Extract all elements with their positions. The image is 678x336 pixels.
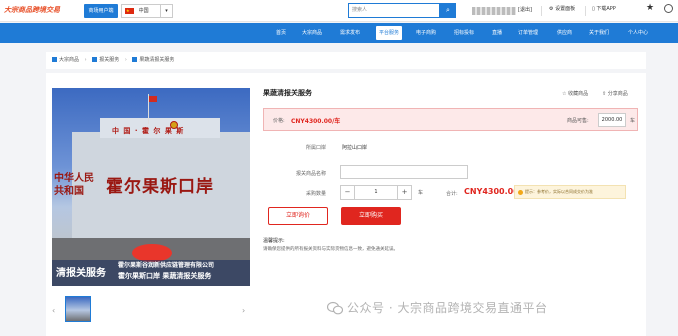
share-button[interactable]: ⇪ 分享商品 <box>602 90 628 97</box>
search-icon: ⌕ <box>446 6 450 14</box>
country-select[interactable]: 中国 ▾ <box>121 4 173 18</box>
download-app-link[interactable]: ▯ 下载APP <box>592 5 616 12</box>
download-label: 下载APP <box>596 6 616 12</box>
price-label: 价格: <box>273 118 285 124</box>
search-button[interactable]: ⌕ <box>440 3 456 18</box>
nav-item-about[interactable]: 关于我们 <box>589 23 609 43</box>
breadcrumb-item[interactable]: 报关服务 <box>99 57 119 63</box>
quantity-unit: 车 <box>418 190 424 196</box>
shop-user-button[interactable]: 商场用户端 <box>84 4 118 18</box>
declare-name-label: 报关商品名称 <box>295 171 326 177</box>
share-label: 分享商品 <box>607 91 628 97</box>
nav-item-e-purchase[interactable]: 电子商购 <box>416 23 436 43</box>
nav-item-demand[interactable]: 需求发布 <box>340 23 360 43</box>
nav-item-commodities[interactable]: 大宗商品 <box>302 23 322 43</box>
quantity-decrement-button[interactable]: − <box>341 186 355 199</box>
price-box: 价格: CNY4300.00/车 商品可售: 2000.00 车 <box>263 108 638 131</box>
user-icon[interactable] <box>664 4 673 13</box>
price-value: CNY4300.00/车 <box>291 118 341 125</box>
quantity-stepper: − 1 + <box>340 185 412 200</box>
breadcrumb-item[interactable]: 大宗商品 <box>59 57 79 63</box>
settings-link[interactable]: ⚙ 设置面板 <box>549 5 575 12</box>
thumbnail-prev-icon[interactable]: ‹ <box>52 306 55 315</box>
settings-label: 设置面板 <box>555 6 576 12</box>
overlay-subtitle: 霍尔果斯口岸 果蔬清报关服务 <box>118 272 212 280</box>
divider <box>541 6 542 16</box>
available-label: 商品可售: <box>567 118 589 124</box>
total-label: 合计: <box>446 191 458 197</box>
logout-link[interactable]: [退出] <box>518 6 532 13</box>
note-body: 请确保您提供的所有报关资料与实际货物信息一致，避免通关延误。 <box>263 247 398 252</box>
site-logo[interactable]: 大宗商品跨境交易 <box>4 2 60 15</box>
available-value: 2000.00 <box>598 113 626 127</box>
main-nav: 首页 大宗商品 需求发布 平台服务 电子商购 招标投标 直播 订单管理 供应商 … <box>0 23 678 43</box>
china-flag-icon <box>125 5 134 17</box>
divider <box>585 6 586 16</box>
tip-text: 提示：参考价，实际以合同成交价为准 <box>525 189 593 194</box>
quantity-input[interactable]: 1 <box>355 186 397 199</box>
breadcrumb-icon <box>132 57 138 62</box>
nav-item-bidding[interactable]: 招标投标 <box>454 23 474 43</box>
chevron-down-icon: ▾ <box>160 5 172 17</box>
breadcrumb: 大宗商品 › 报关服务 › 果蔬清报关服务 <box>46 52 646 69</box>
search-input[interactable]: 搜索人 <box>348 3 440 18</box>
red-flag-icon <box>149 96 157 102</box>
overlay-company: 霍尔果斯谷润新供应链管理有限公司 <box>118 262 215 269</box>
inquiry-button[interactable]: 立即询价 <box>268 207 328 225</box>
sign-prc: 中华人民共和国 <box>54 173 94 197</box>
nav-item-home[interactable]: 首页 <box>276 23 286 43</box>
price-tip: 提示：参考价，实际以合同成交价为准 <box>514 185 626 199</box>
breadcrumb-home-icon <box>52 57 57 62</box>
available-unit: 车 <box>630 118 636 124</box>
quantity-increment-button[interactable]: + <box>397 186 411 199</box>
quantity-label: 采购数量 <box>305 191 326 197</box>
thumbnail-image[interactable] <box>65 296 91 322</box>
total-value: CNY4300.00 <box>464 187 519 196</box>
nav-item-live[interactable]: 直播 <box>492 23 502 43</box>
sign-port: 霍尔果斯口岸 <box>106 177 214 197</box>
product-image[interactable]: 中 国 · 霍 尔 果 斯 中华人民共和国 霍尔果斯口岸 清报关服务 霍尔果斯谷… <box>52 88 250 286</box>
thumbnail-next-icon[interactable]: › <box>242 306 245 315</box>
breadcrumb-separator: › <box>84 57 87 63</box>
favorite-label: 收藏商品 <box>568 91 589 97</box>
declare-name-input[interactable] <box>340 165 468 179</box>
country-label: 中国 <box>138 8 149 14</box>
top-bar: 大宗商品跨境交易 商场用户端 中国 ▾ 搜索人 ⌕ [退出] ⚙ 设置面板 ▯ … <box>0 0 678 22</box>
buy-now-button[interactable]: 立即购买 <box>341 207 401 225</box>
watermark-text: 公众号 · 大宗商品跨境交易直通平台 <box>347 301 548 315</box>
port-label: 所属口岸 <box>305 145 326 151</box>
nav-item-orders[interactable]: 订单管理 <box>518 23 538 43</box>
username-redacted <box>472 7 516 15</box>
nav-item-profile[interactable]: 个人中心 <box>628 23 648 43</box>
overlay-title: 清报关服务 <box>56 268 106 279</box>
port-value: 阿拉山口岸 <box>342 145 368 151</box>
favorite-button[interactable]: ☆ 收藏商品 <box>562 90 588 97</box>
breadcrumb-icon <box>92 57 98 62</box>
national-emblem-icon <box>170 121 178 129</box>
breadcrumb-item-current: 果蔬清报关服务 <box>139 57 175 63</box>
star-icon[interactable]: ★ <box>646 3 654 13</box>
breadcrumb-separator: › <box>124 57 127 63</box>
wechat-icon <box>327 301 343 315</box>
nav-item-suppliers[interactable]: 供应商 <box>557 23 572 43</box>
note-heading: 温馨提示: <box>263 238 285 244</box>
product-title: 果蔬清报关服务 <box>263 89 312 97</box>
nav-item-platform-services[interactable]: 平台服务 <box>376 26 403 40</box>
warning-icon <box>518 189 523 195</box>
